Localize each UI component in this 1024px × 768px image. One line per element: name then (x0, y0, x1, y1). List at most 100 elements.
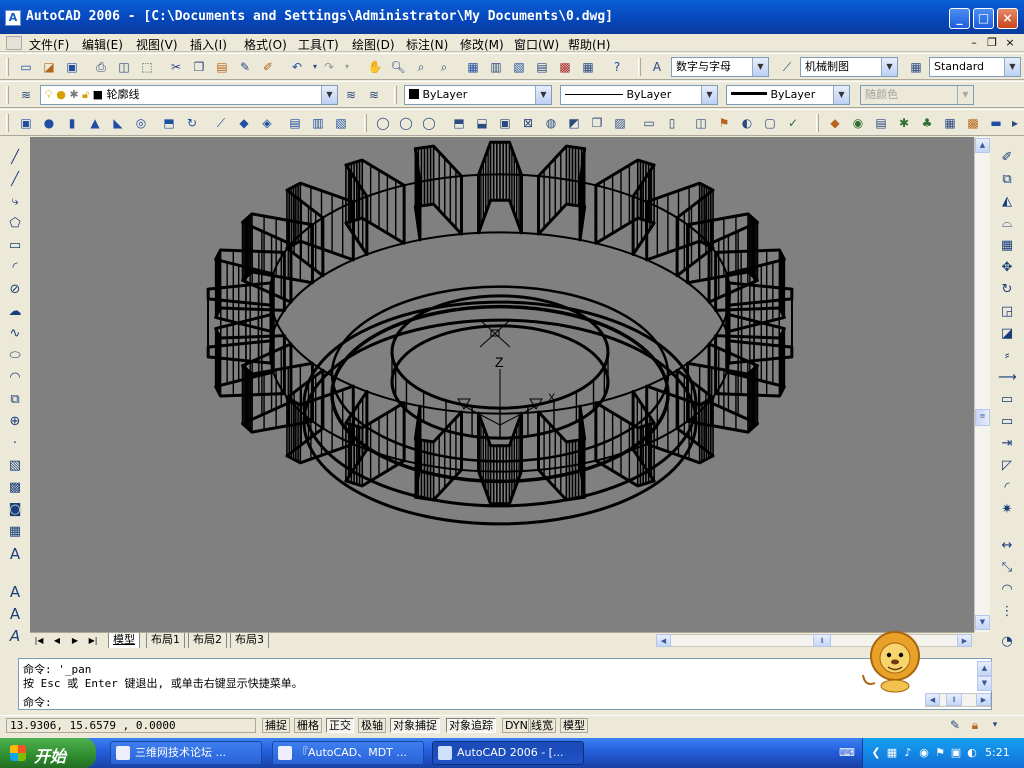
chevron-down-icon[interactable]: ▼ (881, 58, 897, 76)
lights-icon[interactable]: ▤ (872, 114, 890, 132)
start-button[interactable]: 开始 (0, 738, 96, 768)
task-autocad[interactable]: AutoCAD 2006 - [... (432, 741, 584, 765)
scroll-thumb[interactable]: ≡ (975, 409, 990, 426)
document-icon[interactable] (6, 36, 22, 50)
ortho-toggle[interactable]: 正交 (326, 718, 354, 733)
display-icon[interactable]: ▣ (949, 746, 963, 760)
delete-faces-icon[interactable]: ⊠ (519, 114, 537, 132)
clean-icon[interactable]: ⚑ (715, 114, 733, 132)
make-object-layer-current-icon[interactable]: ≋ (342, 86, 360, 104)
taper-faces-icon[interactable]: ◩ (565, 114, 583, 132)
coordinate-readout[interactable]: 13.9306, 15.6579 , 0.0000 (6, 718, 256, 733)
offset-faces-icon[interactable]: ▣ (496, 114, 514, 132)
revision-cloud-icon[interactable]: ☁ (6, 303, 24, 321)
scroll-left-button[interactable]: ◀ (656, 634, 671, 647)
zoom-window-icon[interactable]: ⌕ (412, 58, 430, 76)
osnap-toggle[interactable]: 对象捕捉 (390, 718, 440, 733)
save-icon[interactable]: ▣ (63, 58, 81, 76)
menu-view[interactable]: 视图(V) (136, 36, 178, 53)
materials-icon[interactable]: ✱ (895, 114, 913, 132)
cmd-scroll-down-button[interactable]: ▼ (977, 676, 992, 691)
zoom-previous-icon[interactable]: ⌕ (435, 58, 453, 76)
offset-icon[interactable]: ⌓ (998, 215, 1016, 233)
menu-edit[interactable]: 编辑(E) (82, 36, 123, 53)
menu-help[interactable]: 帮助(H) (568, 36, 610, 53)
check-icon[interactable]: ✓ (784, 114, 802, 132)
menu-window[interactable]: 窗口(W) (514, 36, 559, 53)
point-icon[interactable]: · (6, 435, 24, 453)
scroll-down-button[interactable]: ▼ (975, 615, 990, 630)
gradient-icon[interactable]: ▩ (6, 479, 24, 497)
union-icon[interactable]: ◯ (374, 114, 392, 132)
design-center-icon[interactable]: ▥ (487, 58, 505, 76)
move-faces-icon[interactable]: ⬓ (473, 114, 491, 132)
make-block-icon[interactable]: ⊕ (6, 413, 24, 431)
scroll-thumb-h[interactable]: ⦀ (813, 634, 831, 647)
command-window[interactable]: 命令: '_pan 按 Esc 或 Enter 键退出, 或单击右键显示快捷菜单… (18, 631, 992, 710)
snap-toggle[interactable]: 捕捉 (262, 718, 290, 733)
toolbar-grip[interactable] (6, 114, 9, 132)
undo-icon[interactable]: ↶ (288, 58, 306, 76)
minimize-button[interactable]: _ (949, 8, 970, 29)
first-tab-button[interactable]: |◀ (32, 634, 46, 647)
wedge-icon[interactable]: ◣ (109, 114, 127, 132)
revolve-icon[interactable]: ↻ (183, 114, 201, 132)
dim-style-icon[interactable]: ⟋ (778, 58, 796, 76)
tab-model[interactable]: 模型 (108, 633, 140, 648)
tab-layout1[interactable]: 布局1 (146, 633, 185, 648)
shell-icon[interactable]: ▢ (761, 114, 779, 132)
polygon-icon[interactable]: ⬠ (6, 215, 24, 233)
setup-drawing-icon[interactable]: ▤ (286, 114, 304, 132)
separate-icon[interactable]: ◐ (738, 114, 756, 132)
ellipse-arc-icon[interactable]: ◠ (6, 369, 24, 387)
chevron-down-icon[interactable]: ▼ (833, 86, 849, 104)
close-button[interactable]: × (997, 8, 1018, 29)
rotate-icon[interactable]: ↻ (998, 281, 1016, 299)
drawing-area[interactable]: Z X (30, 137, 974, 632)
multiline-text-icon[interactable]: A (6, 545, 24, 563)
vertical-scrollbar[interactable]: ▲ ≡ ▼ (974, 137, 990, 632)
cut-icon[interactable]: ✂ (167, 58, 185, 76)
lineweight-toggle[interactable]: 线宽 (528, 718, 556, 733)
array-icon[interactable]: ▦ (998, 237, 1016, 255)
torus-icon[interactable]: ◎ (132, 114, 150, 132)
layer-previous-icon[interactable]: ≋ (365, 86, 383, 104)
cone-icon[interactable]: ▲ (86, 114, 104, 132)
task-forum[interactable]: 三维网技术论坛 ... (110, 741, 262, 765)
extrude-faces-icon[interactable]: ⬒ (450, 114, 468, 132)
join-icon[interactable]: ⇥ (998, 435, 1016, 453)
insert-block-icon[interactable]: ⧉ (6, 391, 24, 409)
slice-icon[interactable]: ⟋ (212, 114, 230, 132)
menu-draw[interactable]: 绘图(D) (352, 36, 395, 53)
extrude-icon[interactable]: ⬒ (160, 114, 178, 132)
intersect-icon[interactable]: ◯ (420, 114, 438, 132)
lineweight-select[interactable]: ByLayer ▼ (726, 85, 850, 105)
menu-file[interactable]: 文件(F) (29, 36, 69, 53)
block-editor-icon[interactable]: ✐ (259, 58, 277, 76)
text-style-icon[interactable]: A (648, 58, 666, 76)
chevron-down-icon[interactable]: ▼ (1004, 58, 1020, 76)
section-icon[interactable]: ◆ (235, 114, 253, 132)
new-icon[interactable]: ▭ (17, 58, 35, 76)
next-tab-button[interactable]: ▶ (68, 634, 82, 647)
table-style-icon[interactable]: ▦ (907, 58, 925, 76)
toolbar-more-icon[interactable]: ▸ (1008, 114, 1022, 132)
table-icon[interactable]: ▦ (6, 523, 24, 541)
chevron-down-icon[interactable]: ▼ (321, 86, 337, 104)
print-icon[interactable]: ⎙ (92, 58, 110, 76)
sheet-set-icon[interactable]: ▤ (533, 58, 551, 76)
color-faces-icon[interactable]: ▨ (611, 114, 629, 132)
zoom-realtime-icon[interactable]: 🔍︎ (389, 58, 407, 76)
table-style-select[interactable]: Standard ▼ (929, 57, 1021, 77)
layer-manager-icon[interactable]: ≋ (17, 86, 35, 104)
antivirus-icon[interactable]: ◉ (917, 746, 931, 760)
fillet-icon[interactable]: ◜ (998, 479, 1016, 497)
break-icon[interactable]: ▭ (998, 413, 1016, 431)
radius-dimension-icon[interactable]: ◔ (998, 633, 1016, 651)
construction-line-icon[interactable]: ╱ (6, 171, 24, 189)
text-style-select[interactable]: 数字与字母 ▼ (671, 57, 769, 77)
mdi-minimize-button[interactable]: – (966, 36, 982, 49)
setup-profile-icon[interactable]: ▧ (332, 114, 350, 132)
security-icon[interactable]: ⚑ (933, 746, 947, 760)
model-toggle[interactable]: 模型 (560, 718, 588, 733)
